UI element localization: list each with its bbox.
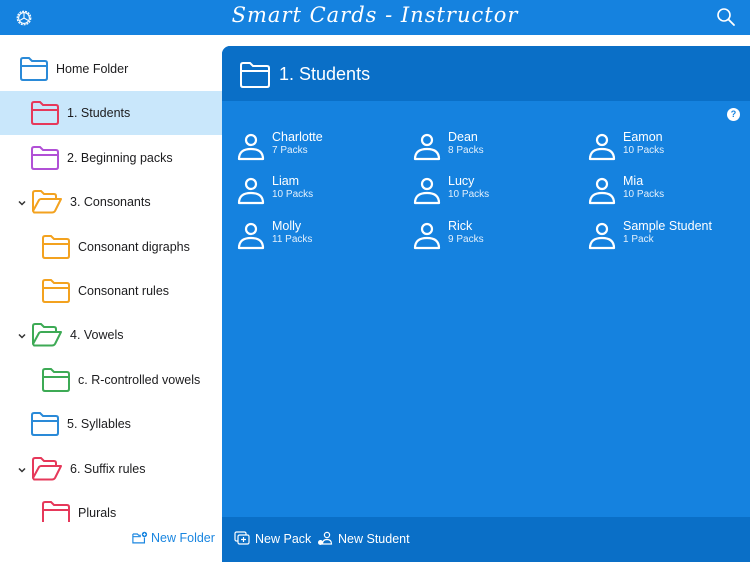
folder-icon bbox=[31, 145, 59, 170]
person-icon bbox=[588, 222, 616, 250]
folder-icon bbox=[42, 234, 70, 259]
sidebar-folder-item[interactable]: 5. Syllables bbox=[0, 402, 222, 446]
student-pack-count: 10 Packs bbox=[448, 189, 490, 200]
sidebar-item-label: Consonant digraphs bbox=[78, 239, 190, 254]
student-name: Dean bbox=[448, 130, 478, 144]
sidebar-folder-item[interactable]: c. R-controlled vowels bbox=[0, 358, 222, 402]
sidebar-folder-item[interactable]: 1. Students bbox=[0, 91, 222, 136]
sidebar-item-label: c. R-controlled vowels bbox=[78, 372, 201, 387]
help-button[interactable]: ? bbox=[727, 108, 740, 121]
app-title: Smart Cards - Instructor bbox=[231, 3, 519, 27]
student-name: Liam bbox=[272, 174, 300, 188]
student-item[interactable]: Dean 8 Packs bbox=[412, 130, 582, 168]
search-icon[interactable] bbox=[716, 7, 736, 27]
new-student-button[interactable]: New Student bbox=[317, 531, 410, 546]
sidebar-item-label: 6. Suffix rules bbox=[70, 461, 146, 476]
top-bar: Smart Cards - Instructor bbox=[0, 0, 750, 35]
folder-open-icon bbox=[32, 456, 62, 481]
student-item[interactable]: Rick 9 Packs bbox=[412, 219, 582, 257]
student-pack-count: 10 Packs bbox=[623, 145, 665, 156]
folder-sidebar: Home Folder 1. Students 2. Beginning packs… bbox=[0, 35, 222, 562]
person-icon bbox=[237, 177, 265, 205]
person-icon bbox=[237, 133, 265, 161]
folder-icon bbox=[31, 412, 59, 437]
sidebar-item-label: 3. Consonants bbox=[70, 195, 151, 210]
sidebar-folder-item[interactable]: Consonant digraphs bbox=[0, 225, 222, 269]
sidebar-folder-item[interactable]: 6. Suffix rules bbox=[0, 447, 222, 491]
folder-open-icon bbox=[32, 190, 62, 214]
student-name: Mia bbox=[623, 174, 644, 188]
person-icon bbox=[413, 177, 441, 205]
folder-icon bbox=[42, 501, 70, 522]
new-folder-label: New Folder bbox=[151, 531, 215, 545]
new-student-icon bbox=[318, 531, 333, 545]
student-name: Eamon bbox=[623, 130, 663, 144]
sidebar-folder-item[interactable]: 2. Beginning packs bbox=[0, 136, 222, 180]
student-pack-count: 11 Packs bbox=[272, 234, 313, 245]
folder-icon bbox=[42, 279, 70, 303]
chevron-down-icon[interactable] bbox=[17, 465, 27, 475]
student-pack-count: 9 Packs bbox=[448, 234, 484, 245]
person-icon bbox=[413, 222, 441, 250]
sidebar-item-label: 5. Syllables bbox=[67, 417, 131, 432]
student-item[interactable]: Liam 10 Packs bbox=[236, 174, 406, 212]
chevron-down-icon[interactable] bbox=[17, 198, 27, 208]
person-icon bbox=[588, 177, 616, 205]
sidebar-folder-item[interactable]: Home Folder bbox=[0, 47, 222, 91]
person-icon bbox=[413, 133, 441, 161]
sidebar-folder-item[interactable]: Consonant rules bbox=[0, 269, 222, 313]
sidebar-folder-item[interactable]: 4. Vowels bbox=[0, 313, 222, 357]
student-name: Sample Student bbox=[623, 219, 712, 233]
person-icon bbox=[237, 222, 265, 250]
folder-icon bbox=[240, 62, 270, 88]
panel-title: 1. Students bbox=[279, 64, 371, 84]
student-item[interactable]: Charlotte 7 Packs bbox=[236, 130, 406, 168]
new-folder-button[interactable]: New Folder bbox=[132, 531, 215, 545]
sidebar-item-label: Home Folder bbox=[56, 62, 129, 76]
new-folder-icon bbox=[132, 531, 148, 544]
sidebar-folder-item[interactable]: Plurals bbox=[0, 491, 222, 535]
sidebar-item-label: 1. Students bbox=[67, 106, 131, 121]
folder-open-icon bbox=[32, 323, 62, 347]
folder-icon bbox=[31, 101, 59, 126]
sidebar-item-label: 2. Beginning packs bbox=[67, 150, 173, 165]
student-name: Lucy bbox=[448, 174, 475, 188]
panel-header: 1. Students bbox=[222, 46, 750, 101]
sidebar-item-label: Consonant rules bbox=[78, 284, 170, 298]
student-item[interactable]: Mia 10 Packs bbox=[587, 174, 750, 212]
new-pack-label: New Pack bbox=[255, 531, 312, 546]
folder-icon bbox=[42, 367, 70, 392]
student-pack-count: 7 Packs bbox=[272, 145, 308, 156]
folder-icon bbox=[20, 57, 48, 81]
student-pack-count: 10 Packs bbox=[623, 189, 665, 200]
student-name: Molly bbox=[272, 219, 302, 233]
sidebar-folder-item[interactable]: 3. Consonants bbox=[0, 180, 222, 224]
student-item[interactable]: Molly 11 Packs bbox=[236, 219, 406, 257]
student-name: Rick bbox=[448, 219, 473, 233]
person-icon bbox=[588, 133, 616, 161]
chevron-down-icon[interactable] bbox=[17, 331, 27, 341]
folder-content-panel: 1. Students ? Charlotte 7 Packs Dean 8 Pack… bbox=[222, 46, 750, 562]
student-pack-count: 10 Packs bbox=[272, 189, 314, 200]
student-pack-count: 8 Packs bbox=[448, 145, 484, 156]
new-pack-icon bbox=[234, 531, 250, 545]
student-item[interactable]: Lucy 10 Packs bbox=[412, 174, 582, 212]
panel-footer: New Pack New Student bbox=[222, 517, 750, 562]
student-pack-count: 1 Pack bbox=[623, 234, 654, 245]
student-name: Charlotte bbox=[272, 130, 323, 144]
new-student-label: New Student bbox=[338, 531, 410, 546]
new-pack-button[interactable]: New Pack bbox=[234, 531, 311, 546]
student-item[interactable]: Eamon 10 Packs bbox=[587, 130, 750, 168]
sidebar-item-label: Plurals bbox=[78, 506, 117, 520]
sidebar-item-label: 4. Vowels bbox=[70, 328, 124, 343]
student-item[interactable]: Sample Student 1 Pack bbox=[587, 219, 750, 257]
